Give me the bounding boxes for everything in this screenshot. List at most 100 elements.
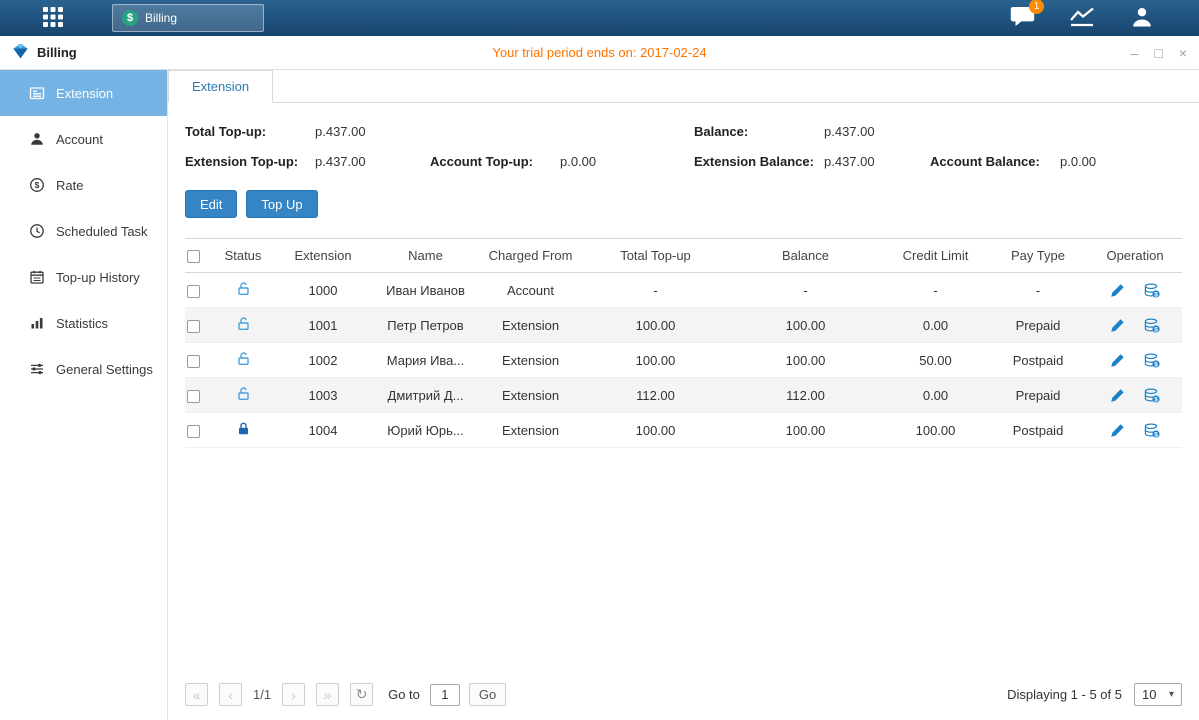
edit-row-icon[interactable] bbox=[1110, 283, 1125, 298]
row-checkbox[interactable] bbox=[187, 355, 200, 368]
column-header: Status bbox=[213, 239, 273, 273]
maximize-icon[interactable]: □ bbox=[1154, 46, 1162, 60]
window-controls: – □ × bbox=[1131, 46, 1187, 60]
notification-badge: 1 bbox=[1029, 0, 1044, 14]
row-checkbox[interactable] bbox=[187, 285, 200, 298]
edit-row-icon[interactable] bbox=[1110, 318, 1125, 333]
tab-extension[interactable]: Extension bbox=[168, 70, 273, 103]
row-checkbox[interactable] bbox=[187, 320, 200, 333]
last-page-button[interactable]: » bbox=[316, 683, 339, 706]
statistics-topbar-button[interactable] bbox=[1067, 5, 1097, 31]
table-row: 1002 Мария Ива... Extension 100.00 100.0… bbox=[185, 343, 1182, 378]
sidebar-item-label: Top-up History bbox=[56, 270, 140, 285]
sidebar-item-account[interactable]: Account bbox=[0, 116, 167, 162]
summary-balance: Balance: p.437.00 bbox=[694, 124, 930, 139]
prev-page-button[interactable]: ‹ bbox=[219, 683, 242, 706]
page-size-select[interactable]: 10 ▾ bbox=[1134, 683, 1182, 706]
top-up-button[interactable]: Top Up bbox=[246, 190, 317, 218]
operation-cell: $ bbox=[1088, 378, 1182, 413]
trial-notice: Your trial period ends on: 2017-02-24 bbox=[0, 45, 1199, 60]
svg-text:$: $ bbox=[1155, 291, 1159, 298]
sidebar: Extension Account $ Rate Scheduled Task bbox=[0, 70, 168, 720]
summary-label: Account Balance: bbox=[930, 154, 1060, 169]
credit-limit-cell: 100.00 bbox=[883, 413, 988, 448]
rate-icon: $ bbox=[28, 177, 45, 194]
close-icon[interactable]: × bbox=[1179, 46, 1187, 60]
main-content: Extension Total Top-up: p.437.00 Balance… bbox=[168, 70, 1199, 720]
total-topup-cell: 100.00 bbox=[583, 343, 728, 378]
extension-cell: 1004 bbox=[273, 413, 373, 448]
charged-from-cell: Extension bbox=[478, 378, 583, 413]
charged-from-cell: Extension bbox=[478, 343, 583, 378]
topbar: $ Billing 1 bbox=[0, 0, 1199, 36]
summary-total-topup: Total Top-up: p.437.00 bbox=[185, 124, 430, 139]
row-checkbox[interactable] bbox=[187, 425, 200, 438]
balance-cell: 100.00 bbox=[728, 308, 883, 343]
status-unlocked-icon bbox=[236, 316, 251, 331]
app-menu-button[interactable] bbox=[38, 3, 68, 33]
charged-from-cell: Extension bbox=[478, 308, 583, 343]
summary-label: Account Top-up: bbox=[430, 154, 560, 169]
operation-cell: $ bbox=[1088, 308, 1182, 343]
topbar-tab-label: Billing bbox=[145, 11, 177, 25]
sidebar-item-statistics[interactable]: Statistics bbox=[0, 300, 167, 346]
operation-cell: $ bbox=[1088, 413, 1182, 448]
status-cell bbox=[213, 308, 273, 343]
column-header: Balance bbox=[728, 239, 883, 273]
chevron-down-icon: ▾ bbox=[1169, 689, 1174, 700]
edit-row-icon[interactable] bbox=[1110, 388, 1125, 403]
edit-row-icon[interactable] bbox=[1110, 353, 1125, 368]
summary-label: Extension Balance: bbox=[694, 154, 824, 169]
user-button[interactable] bbox=[1127, 5, 1157, 31]
balance-cell: 112.00 bbox=[728, 378, 883, 413]
column-header: Total Top-up bbox=[583, 239, 728, 273]
pagination-bar: « ‹ 1/1 › » ↻ Go to Go Displaying 1 - 5 … bbox=[168, 683, 1199, 720]
charged-from-cell: Account bbox=[478, 273, 583, 308]
name-cell: Мария Ива... bbox=[373, 343, 478, 378]
next-page-button[interactable]: › bbox=[282, 683, 305, 706]
grid-menu-icon bbox=[42, 6, 64, 31]
column-header: Credit Limit bbox=[883, 239, 988, 273]
topup-row-icon[interactable]: $ bbox=[1144, 318, 1160, 333]
general-settings-icon bbox=[28, 361, 45, 378]
topup-row-icon[interactable]: $ bbox=[1144, 388, 1160, 403]
extension-cell: 1000 bbox=[273, 273, 373, 308]
topup-row-icon[interactable]: $ bbox=[1144, 353, 1160, 368]
status-cell bbox=[213, 343, 273, 378]
pay-type-cell: - bbox=[988, 273, 1088, 308]
select-all-checkbox[interactable] bbox=[187, 250, 200, 263]
status-cell bbox=[213, 378, 273, 413]
topup-row-icon[interactable]: $ bbox=[1144, 423, 1160, 438]
summary-label: Extension Top-up: bbox=[185, 154, 315, 169]
line-chart-icon bbox=[1069, 6, 1095, 31]
name-cell: Петр Петров bbox=[373, 308, 478, 343]
topbar-tab-billing[interactable]: $ Billing bbox=[112, 4, 264, 32]
minimize-icon[interactable]: – bbox=[1131, 46, 1139, 60]
pay-type-cell: Prepaid bbox=[988, 378, 1088, 413]
action-buttons: Edit Top Up bbox=[185, 190, 1182, 218]
goto-label: Go to bbox=[388, 687, 420, 702]
total-topup-cell: - bbox=[583, 273, 728, 308]
sidebar-item-topup-history[interactable]: Top-up History bbox=[0, 254, 167, 300]
table-row: 1004 Юрий Юрь... Extension 100.00 100.00… bbox=[185, 413, 1182, 448]
title-left: Billing bbox=[12, 43, 77, 62]
summary-value: p.0.00 bbox=[560, 154, 596, 169]
sidebar-item-extension[interactable]: Extension bbox=[0, 70, 167, 116]
status-unlocked-icon bbox=[236, 386, 251, 401]
refresh-button[interactable]: ↻ bbox=[350, 683, 373, 706]
go-button[interactable]: Go bbox=[469, 683, 506, 706]
page-size-value: 10 bbox=[1142, 687, 1156, 702]
topup-row-icon[interactable]: $ bbox=[1144, 283, 1160, 298]
svg-text:$: $ bbox=[1155, 431, 1159, 438]
sidebar-item-scheduled-task[interactable]: Scheduled Task bbox=[0, 208, 167, 254]
column-header: Operation bbox=[1088, 239, 1182, 273]
goto-page-input[interactable] bbox=[430, 684, 460, 706]
edit-row-icon[interactable] bbox=[1110, 423, 1125, 438]
first-page-button[interactable]: « bbox=[185, 683, 208, 706]
notifications-button[interactable]: 1 bbox=[1007, 5, 1037, 31]
sidebar-item-general-settings[interactable]: General Settings bbox=[0, 346, 167, 392]
edit-button[interactable]: Edit bbox=[185, 190, 237, 218]
body-row: Extension Account $ Rate Scheduled Task bbox=[0, 70, 1199, 720]
row-checkbox[interactable] bbox=[187, 390, 200, 403]
sidebar-item-rate[interactable]: $ Rate bbox=[0, 162, 167, 208]
